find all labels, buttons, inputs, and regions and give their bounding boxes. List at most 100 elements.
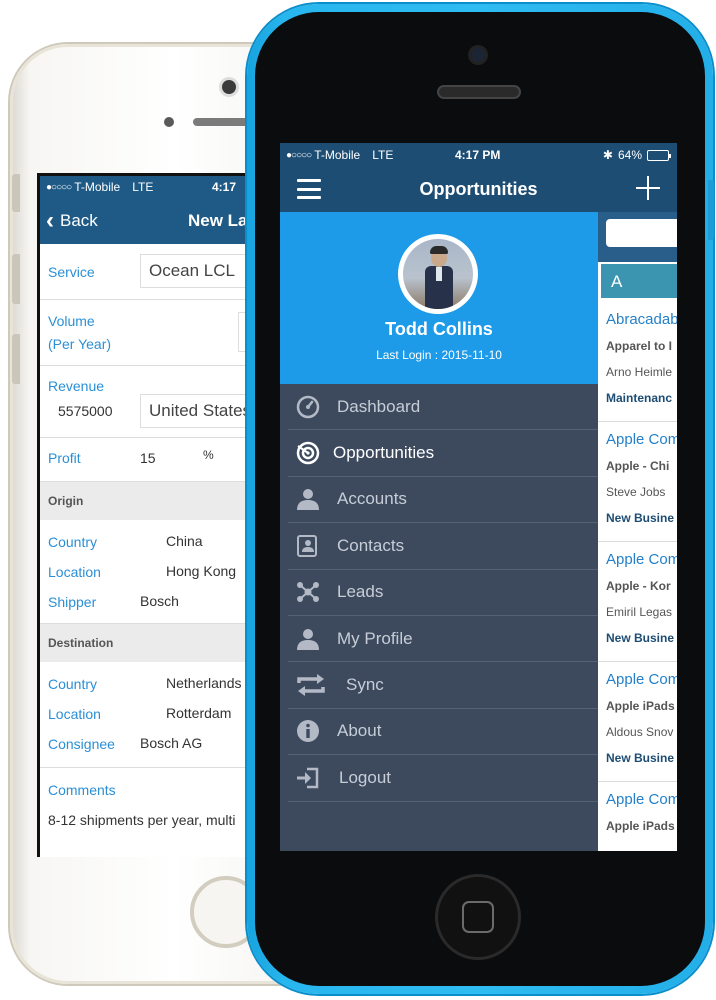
opportunity-company: Apple iPads [606,699,675,713]
destination-country-label: Country [48,676,98,692]
volume-sublabel: (Per Year) [48,336,112,352]
mute-switch [12,174,20,212]
comments-group: Comments 8-12 shipments per year, multi [40,768,267,848]
chevron-left-icon: ‹ [46,207,54,234]
menu-item-dashboard[interactable]: Dashboard [288,384,598,431]
origin-location-label: Location [48,564,101,580]
opportunity-name: Apple Com [606,791,677,808]
menu-item-about[interactable]: About [288,709,598,756]
menu-item-my-profile[interactable]: My Profile [288,616,598,663]
menu-label: Leads [337,582,384,602]
menu-item-leads[interactable]: Leads [288,570,598,616]
network-label: LTE [132,180,154,194]
menu-item-sync[interactable]: Sync [288,662,598,709]
menu-label: Contacts [337,535,405,555]
search-input[interactable] [606,219,677,247]
origin-section-header: Origin [40,482,267,520]
battery-percent: 64% [617,148,642,162]
comments-label: Comments [48,782,116,798]
opportunity-company: Apple iPads [606,819,675,833]
menu-label: My Profile [337,628,413,648]
opportunity-stage: Maintenanc [606,391,673,405]
profit-unit: % [203,448,214,462]
shipper-value[interactable]: Bosch [140,593,179,609]
origin-country-value[interactable]: China [166,533,203,549]
destination-section-header: Destination [40,624,267,662]
last-login: Last Login : 2015-11-10 [376,348,502,362]
shipper-label: Shipper [48,594,97,610]
profile-header: Todd Collins Last Login : 2015-11-10 [280,212,598,384]
volume-down-button [12,334,20,384]
network-icon [294,578,322,606]
status-time: 4:17 [212,180,237,194]
home-square-icon [462,901,494,933]
destination-country-value[interactable]: Netherlands [166,675,242,691]
service-label: Service [48,264,95,280]
sensor-dot [164,117,174,127]
add-icon[interactable] [636,176,660,200]
list-item[interactable]: Apple Com Apple - Kor Emiril Legas New B… [606,551,677,645]
side-drawer: Todd Collins Last Login : 2015-11-10 Das… [280,212,598,851]
gauge-icon [294,393,322,421]
bluetooth-icon: ✱ [602,148,613,162]
opportunities-list: A Abracadab Apparel to I Arno Heimle Mai… [598,212,677,851]
destination-location-value[interactable]: Rotterdam [166,705,231,721]
section-index-header: A [601,264,677,298]
hamburger-menu-icon[interactable] [297,179,321,199]
carrier-label: T-Mobile [74,180,121,194]
page-title: Opportunities [419,179,538,199]
menu-item-contacts[interactable]: Contacts [288,523,598,570]
consignee-label: Consignee [48,736,115,752]
comments-text[interactable]: 8-12 shipments per year, multi [48,812,236,828]
front-phone-screen: ●○○○○ T-Mobile LTE 4:17 PM ✱ 64% Opportu… [280,143,677,851]
profit-value[interactable]: 15 [140,450,156,466]
logout-icon [294,764,322,792]
person-icon [294,485,322,513]
menu-label: Logout [339,767,391,787]
person-icon [294,625,322,653]
divider [598,661,677,662]
menu-label: Opportunities [333,443,435,463]
menu-item-accounts[interactable]: Accounts [288,477,598,524]
opportunity-name: Apple Com [606,671,677,688]
list-item[interactable]: Apple Com Apple - Chi Steve Jobs New Bus… [606,431,677,525]
opportunity-contact: Aldous Snov [606,725,674,739]
opportunity-contact: Emiril Legas [606,605,673,619]
back-label: Back [60,211,98,230]
service-row: Service Ocean LCL [40,244,267,300]
revenue-amount[interactable]: 5575000 [58,403,113,419]
side-button [708,180,714,240]
divider [598,781,677,782]
profit-row: Profit 15 % [40,438,267,482]
sync-icon [294,671,328,699]
list-item[interactable]: Abracadab Apparel to I Arno Heimle Maint… [606,311,677,405]
menu-item-opportunities[interactable]: Opportunities [288,430,598,477]
menu-item-logout[interactable]: Logout [288,755,598,802]
menu-label: About [337,721,382,741]
contact-card-icon [294,532,322,560]
nav-bar: Opportunities [280,167,677,212]
menu-label: Dashboard [337,396,421,416]
network-label: LTE [372,148,394,162]
opportunity-name: Apple Com [606,551,677,568]
revenue-row: Revenue 5575000 United States [40,366,267,438]
opportunity-company: Apple - Kor [606,579,671,593]
origin-group: Country China Location Hong Kong Shipper… [40,520,267,624]
list-item[interactable]: Apple Com Apple iPads [606,791,677,833]
volume-up-button [12,254,20,304]
front-camera [471,48,485,62]
earpiece-speaker [437,85,521,99]
opportunity-contact: Steve Jobs [606,485,666,499]
page-title: New La [188,211,248,230]
avatar[interactable] [398,234,478,314]
consignee-value[interactable]: Bosch AG [140,735,202,751]
origin-location-value[interactable]: Hong Kong [166,563,236,579]
volume-label: Volume [48,313,95,329]
menu-label: Sync [346,675,384,695]
back-button[interactable]: ‹ Back [46,209,98,233]
earpiece-speaker [193,118,253,126]
opportunity-contact: Arno Heimle [606,365,673,379]
signal-icon: ●○○○○ [286,149,312,161]
menu-label: Accounts [337,489,407,509]
list-item[interactable]: Apple Com Apple iPads Aldous Snov New Bu… [606,671,677,765]
